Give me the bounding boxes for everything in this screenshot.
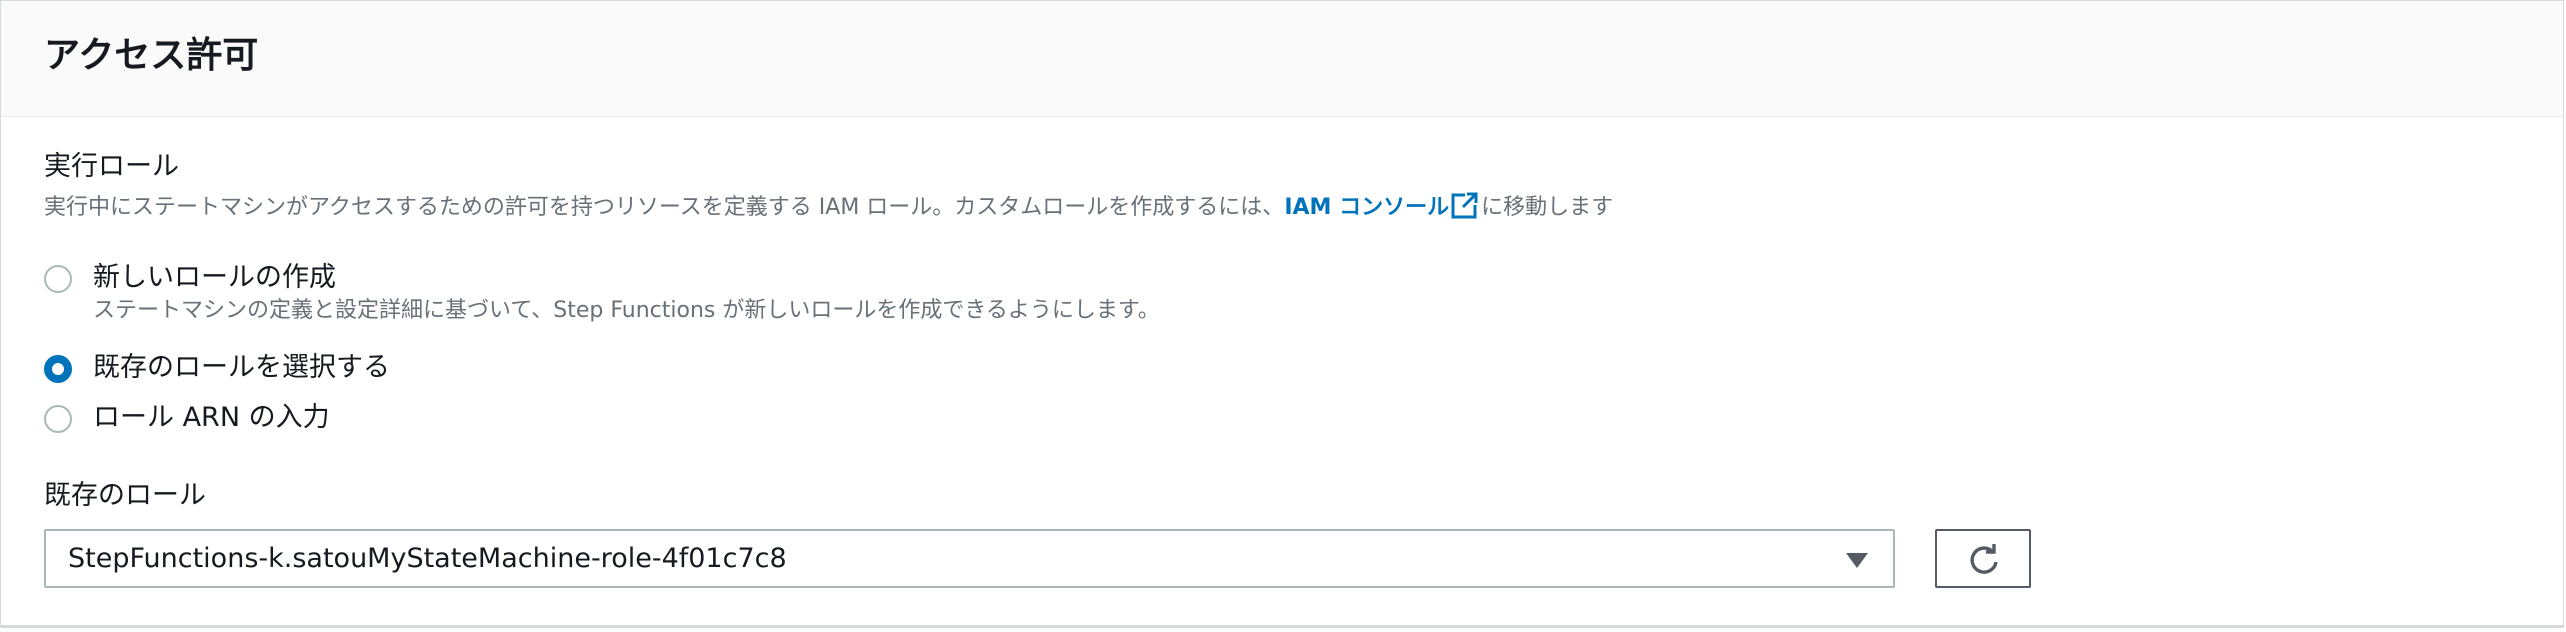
iam-console-link[interactable]: IAM コンソール — [1284, 192, 1481, 220]
refresh-icon — [1970, 544, 1998, 574]
radio-description-create-role: ステートマシンの定義と設定詳細に基づいて、Step Functions が新しい… — [93, 298, 1160, 323]
panel-header: アクセス許可 — [1, 1, 2563, 117]
existing-role-label: 既存のロール — [44, 480, 206, 511]
radio-label-create-role: 新しいロールの作成 — [93, 262, 336, 293]
caret-down-icon — [1846, 553, 1868, 568]
existing-role-select[interactable]: StepFunctions-k.satouMyStateMachine-role… — [44, 529, 1895, 588]
refresh-roles-button[interactable] — [1935, 529, 2031, 588]
execution-role-description: 実行中にステートマシンがアクセスするための許可を持つリソースを定義する IAM … — [44, 191, 1613, 224]
radio-label-existing-role: 既存のロールを選択する — [93, 352, 390, 383]
radio-button-enter-arn[interactable] — [44, 405, 72, 433]
description-prefix: 実行中にステートマシンがアクセスするための許可を持つリソースを定義する IAM … — [44, 195, 1285, 220]
external-link-icon — [1451, 192, 1479, 219]
iam-console-link-label: IAM コンソール — [1284, 195, 1450, 220]
radio-button-existing-role[interactable] — [44, 355, 72, 383]
execution-role-label: 実行ロール — [44, 151, 179, 182]
permissions-panel: アクセス許可 実行ロール 実行中にステートマシンがアクセスするための許可を持つリ… — [0, 0, 2564, 628]
description-suffix: に移動します — [1481, 195, 1614, 220]
existing-role-selected-value: StepFunctions-k.satouMyStateMachine-role… — [68, 543, 787, 574]
radio-button-create-role[interactable] — [44, 265, 72, 293]
panel-title: アクセス許可 — [44, 35, 259, 76]
radio-label-enter-arn: ロール ARN の入力 — [93, 402, 330, 433]
